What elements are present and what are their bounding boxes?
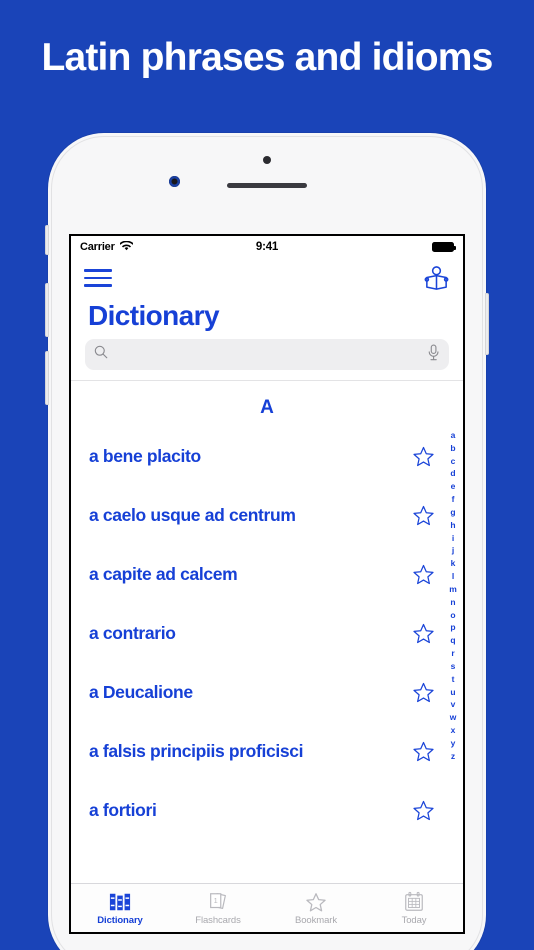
hamburger-menu-icon[interactable] [84, 268, 112, 288]
star-outline-icon [304, 891, 328, 913]
entry-term: a contrario [89, 623, 176, 643]
alpha-index-letter[interactable]: k [451, 557, 456, 570]
volume-up-button[interactable] [45, 283, 49, 337]
star-outline-icon[interactable] [412, 799, 435, 822]
alpha-index-letter[interactable]: f [452, 493, 455, 506]
list-item[interactable]: a falsis principiis proficisci [71, 722, 463, 781]
list-item[interactable]: a fortiori [71, 781, 463, 840]
tab-dictionary[interactable]: Dictionary [71, 884, 169, 932]
entry-term: a bene placito [89, 446, 201, 466]
alpha-index-letter[interactable]: i [452, 532, 454, 545]
power-button[interactable] [485, 293, 489, 355]
alpha-index-letter[interactable]: g [450, 506, 455, 519]
star-outline-icon[interactable] [412, 740, 435, 763]
alpha-index-letter[interactable]: y [451, 737, 456, 750]
phone-device-mockup: Carrier 9:41 Dictionary A a bene placito… [45, 133, 489, 950]
star-outline-icon[interactable] [412, 622, 435, 645]
search-bar[interactable] [85, 339, 449, 370]
alpha-index-letter[interactable]: x [451, 724, 456, 737]
alpha-index-letter[interactable]: e [451, 480, 456, 493]
status-bar: Carrier 9:41 [71, 236, 463, 258]
tab-today[interactable]: Today [365, 884, 463, 932]
search-icon [94, 345, 108, 364]
list-item[interactable]: a caelo usque ad centrum [71, 486, 463, 545]
entry-term: a caelo usque ad centrum [89, 505, 296, 525]
tab-flashcards[interactable]: 1 Flashcards [169, 884, 267, 932]
list-item[interactable]: a bene placito [71, 427, 463, 486]
promo-headline: Latin phrases and idioms [41, 36, 493, 79]
tab-label: Today [401, 914, 427, 926]
star-outline-icon[interactable] [412, 445, 435, 468]
alpha-index-letter[interactable]: h [450, 519, 455, 532]
silent-switch-button[interactable] [45, 225, 49, 255]
alpha-index-letter[interactable]: v [451, 698, 456, 711]
tab-bar: Dictionary 1 Flashcards Bookmark Today [71, 883, 463, 932]
dictionary-list: A a bene placito a caelo usque ad centru… [71, 381, 463, 883]
person-reading-book-icon[interactable] [423, 265, 450, 292]
alpha-index-letter[interactable]: a [451, 429, 456, 442]
proximity-sensor-icon [263, 156, 271, 164]
calendar-icon [402, 891, 426, 913]
alpha-index-letter[interactable]: t [452, 673, 455, 686]
list-item[interactable]: a Deucalione [71, 663, 463, 722]
alpha-index-letter[interactable]: l [452, 570, 454, 583]
alpha-index-letter[interactable]: u [450, 686, 455, 699]
star-outline-icon[interactable] [412, 681, 435, 704]
alpha-index-letter[interactable]: c [451, 455, 456, 468]
alpha-index-letter[interactable]: q [450, 634, 455, 647]
cards-stack-icon: 1 [206, 891, 230, 913]
alphabet-index[interactable]: a b c d e f g h i j k l m n o p q r s t [446, 429, 460, 763]
alpha-index-letter[interactable]: b [450, 442, 455, 455]
tab-label: Bookmark [295, 914, 337, 926]
entry-term: a Deucalione [89, 682, 193, 702]
microphone-icon[interactable] [427, 344, 440, 366]
alpha-index-letter[interactable]: d [450, 467, 455, 480]
battery-full-icon [432, 242, 456, 252]
star-outline-icon[interactable] [412, 504, 435, 527]
alpha-index-letter[interactable]: m [449, 583, 457, 596]
section-header-letter: A [260, 397, 274, 418]
page-title: Dictionary [88, 300, 220, 331]
list-item[interactable]: a capite ad calcem [71, 545, 463, 604]
status-bar-right [432, 242, 456, 252]
phone-screen: Carrier 9:41 Dictionary A a bene placito… [69, 234, 465, 934]
volume-down-button[interactable] [45, 351, 49, 405]
svg-text:1: 1 [214, 895, 218, 904]
list-item[interactable]: a contrario [71, 604, 463, 663]
entry-list: a bene placito a caelo usque ad centrum … [71, 427, 463, 840]
search-bar-container [71, 339, 463, 380]
alpha-index-letter[interactable]: z [451, 750, 455, 763]
alpha-index-letter[interactable]: r [451, 647, 454, 660]
tab-label: Dictionary [97, 914, 143, 926]
front-camera-icon [169, 176, 180, 187]
alpha-index-letter[interactable]: n [450, 596, 455, 609]
entry-term: a fortiori [89, 800, 157, 820]
entry-term: a capite ad calcem [89, 564, 238, 584]
alpha-index-letter[interactable]: o [450, 609, 455, 622]
tab-bookmark[interactable]: Bookmark [267, 884, 365, 932]
books-icon [108, 891, 132, 913]
star-outline-icon[interactable] [412, 563, 435, 586]
nav-bar [71, 258, 463, 298]
alpha-index-letter[interactable]: w [450, 711, 457, 724]
alpha-index-letter[interactable]: p [450, 621, 455, 634]
status-bar-time: 9:41 [255, 241, 279, 253]
entry-term: a falsis principiis proficisci [89, 741, 304, 761]
tab-label: Flashcards [195, 914, 241, 926]
alpha-index-letter[interactable]: s [451, 660, 456, 673]
alpha-index-letter[interactable]: j [452, 544, 454, 557]
search-input[interactable] [108, 347, 427, 362]
earpiece-speaker [227, 183, 307, 188]
